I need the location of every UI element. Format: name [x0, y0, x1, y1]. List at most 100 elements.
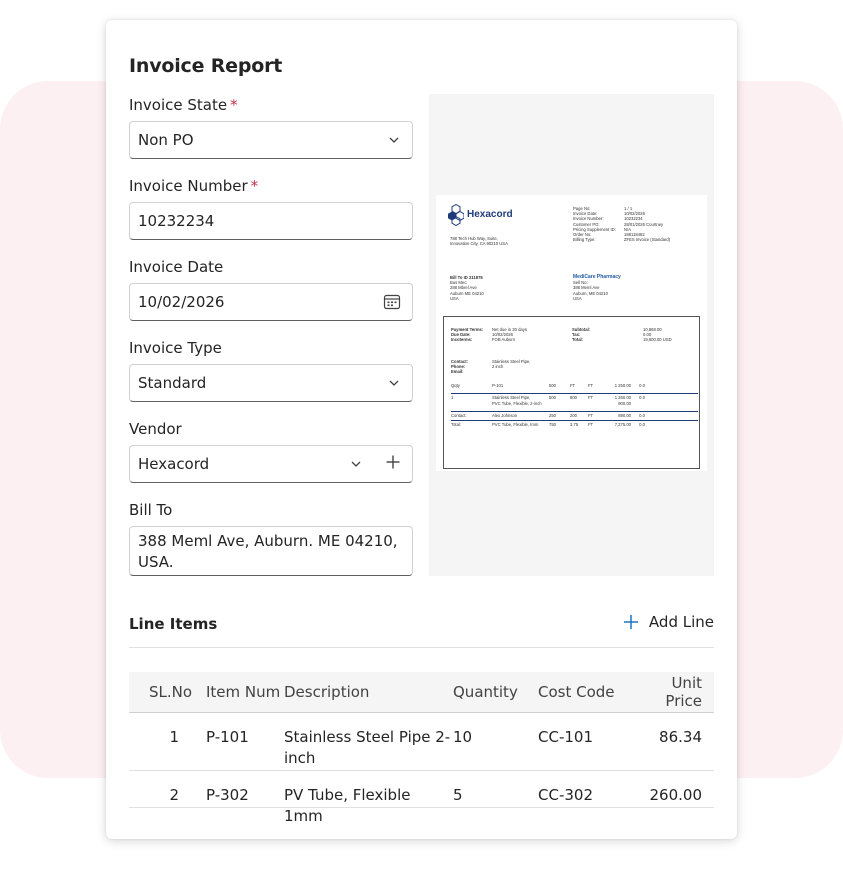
- required-mark: *: [250, 177, 259, 195]
- invoice-date-field[interactable]: 10/02/2026: [129, 283, 413, 321]
- cell-description: Stainless Steel Pipe 2-inch: [284, 728, 451, 767]
- page-title: Invoice Report: [129, 55, 283, 77]
- cell-item-num: P-302: [206, 786, 249, 804]
- doc-cell: 890.00: [618, 413, 631, 418]
- cell-sl-no: 2: [169, 786, 179, 804]
- doc-table-row: Contact: Alex Johnson 250 200 FT 890.00 0.0: [451, 413, 698, 419]
- bill-to-field[interactable]: 388 Meml Ave, Auburn. ME 04210, USA.: [129, 526, 413, 576]
- contact-value: [492, 369, 572, 374]
- doc-line-table: Qqty P-101 500 FT FT 1 250.00 0.0 1 Stainless S…: [451, 383, 698, 431]
- doc-table-row: Total: PVC Tube, Flexible, Imm 750 3.75 FT 7,…: [451, 422, 698, 431]
- vendor-label: Vendor: [129, 420, 182, 438]
- column-header-cost-code[interactable]: Cost Code: [538, 683, 633, 701]
- doc-cell: 1 260.00: [614, 395, 631, 400]
- doc-cell: Contact:: [451, 413, 467, 418]
- cell-cost-code: CC-101: [538, 728, 593, 746]
- table-row[interactable]: 2 P-302 PV Tube, Flexible 1mm 5 CC-302 2…: [129, 771, 714, 825]
- doc-cell: 3.75: [570, 422, 579, 427]
- column-header-unit-price[interactable]: Unit Price: [633, 674, 714, 710]
- doc-rule: [451, 411, 698, 412]
- totals-value: 19,600.00 USD: [643, 337, 672, 343]
- doc-cell: 0.0: [639, 383, 645, 388]
- invoice-number-label: Invoice Number *: [129, 177, 258, 195]
- invoice-preview-panel: Hexacord 788 Tech Hub Way, Suite, Innova…: [429, 94, 714, 576]
- address-line: Innovation City, CA 90210 USA: [450, 241, 508, 247]
- invoice-date-label: Invoice Date: [129, 258, 224, 276]
- doc-cell: 900.00: [618, 401, 631, 406]
- doc-cell: 0.0: [639, 413, 645, 418]
- vendor-dropdown[interactable]: Hexacord: [129, 445, 375, 483]
- invoice-type-label: Invoice Type: [129, 339, 222, 357]
- invoice-document-preview: Hexacord 788 Tech Hub Way, Suite, Innova…: [436, 195, 707, 471]
- column-header-sl-no[interactable]: SL.No: [129, 683, 206, 701]
- terms-value: FOB Auburn: [492, 337, 516, 343]
- cell-item-num: P-101: [206, 728, 249, 746]
- doc-bill-to: Bill To ID 211876 Bus Mec: 288 Mbrel Ave…: [450, 275, 540, 301]
- doc-cell: FT: [570, 383, 576, 388]
- vendor-address: 788 Tech Hub Way, Suite, Innovation City…: [450, 236, 540, 246]
- doc-cell: Alex Johnson: [492, 413, 518, 418]
- add-vendor-button[interactable]: [374, 445, 413, 483]
- required-mark: *: [230, 96, 238, 114]
- line-items-table: SL.No Item Num Description Quantity Cost…: [129, 672, 714, 825]
- doc-details-box: Payment Terms: Net due in 30 days Subtotal…: [443, 316, 700, 469]
- column-header-item-num[interactable]: Item Num: [206, 683, 284, 701]
- calendar-icon[interactable]: [383, 293, 401, 311]
- cell-unit-price: 86.34: [659, 728, 702, 746]
- doc-cell: FT: [588, 413, 594, 418]
- doc-rule: [451, 393, 698, 394]
- doc-cell: FT: [588, 422, 594, 427]
- invoice-date-value: 10/02/2026: [138, 293, 225, 311]
- section-divider: [129, 647, 714, 648]
- doc-table-row: PVC Tube, Flexible, 2-inch 900.00: [451, 401, 698, 410]
- table-row[interactable]: 1 P-101 Stainless Steel Pipe 2-inch 10 C…: [129, 713, 714, 771]
- meta-value: ZFES Invoice (Standard): [624, 237, 671, 243]
- doc-cell: PVC Tube, Flexible, 2-inch: [492, 401, 542, 406]
- doc-ship-to: MediCare Pharmacy Sell No: 388 Meml Ave …: [573, 274, 693, 301]
- invoice-type-value: Standard: [138, 374, 207, 392]
- invoice-number-field[interactable]: 10232234: [129, 202, 413, 240]
- cell-unit-price: 260.00: [649, 786, 703, 804]
- doc-cell: 800: [570, 395, 577, 400]
- doc-cell: 0.0: [639, 395, 645, 400]
- chevron-down-icon: [388, 134, 400, 146]
- line-items-title: Line Items: [129, 615, 218, 633]
- terms-key: Incoterms:: [451, 337, 473, 343]
- plus-icon: [623, 614, 639, 630]
- plus-icon: [385, 454, 401, 474]
- doc-cell: 1: [451, 395, 454, 400]
- hexagon-logo-icon: [448, 204, 464, 226]
- doc-terms: Payment Terms: Net due in 30 days Subtotal…: [451, 327, 691, 343]
- doc-cell: Total:: [451, 422, 462, 427]
- doc-cell: 1 250.00: [614, 383, 631, 388]
- ship-to-line: USA: [573, 295, 582, 301]
- cell-quantity: 5: [453, 786, 463, 804]
- cell-quantity: 10: [453, 728, 473, 746]
- chevron-down-icon: [388, 377, 400, 389]
- invoice-state-dropdown[interactable]: Non PO: [129, 121, 413, 159]
- doc-cell: FT: [588, 383, 594, 388]
- doc-cell: Qqty: [451, 383, 460, 388]
- doc-cell: 7,375.00: [614, 422, 631, 427]
- totals-key: Total:: [572, 337, 584, 343]
- invoice-report-card: Invoice Report Invoice State * Non PO Inv…: [106, 20, 737, 839]
- cell-description: PV Tube, Flexible 1mm: [284, 786, 411, 825]
- doc-contact: Contact: Stainless Steel Pipe, Phone: 2 in…: [451, 359, 691, 375]
- doc-cell: P-101: [492, 383, 504, 388]
- doc-cell: PVC Tube, Flexible, Imm: [492, 422, 539, 427]
- column-header-description[interactable]: Description: [284, 683, 453, 701]
- invoice-type-dropdown[interactable]: Standard: [129, 364, 413, 402]
- doc-table-row: Qqty P-101 500 FT FT 1 250.00 0.0: [451, 383, 698, 392]
- invoice-number-value: 10232234: [138, 212, 215, 230]
- bill-to-value: 388 Meml Ave, Auburn. ME 04210, USA.: [138, 532, 398, 571]
- bill-to-line: USA: [450, 295, 459, 301]
- bill-to-label: Bill To: [129, 501, 173, 519]
- doc-cell: 250: [549, 413, 556, 418]
- table-header: SL.No Item Num Description Quantity Cost…: [129, 672, 714, 713]
- invoice-number-label-text: Invoice Number: [129, 177, 248, 195]
- hexacord-logo: Hexacord: [448, 204, 513, 226]
- add-line-button[interactable]: Add Line: [623, 613, 714, 631]
- terms-row: Incoterms: FOB Auburn Total: 19,600.00 USD: [451, 337, 691, 342]
- column-header-quantity[interactable]: Quantity: [453, 683, 538, 701]
- logo-text: Hexacord: [467, 209, 513, 220]
